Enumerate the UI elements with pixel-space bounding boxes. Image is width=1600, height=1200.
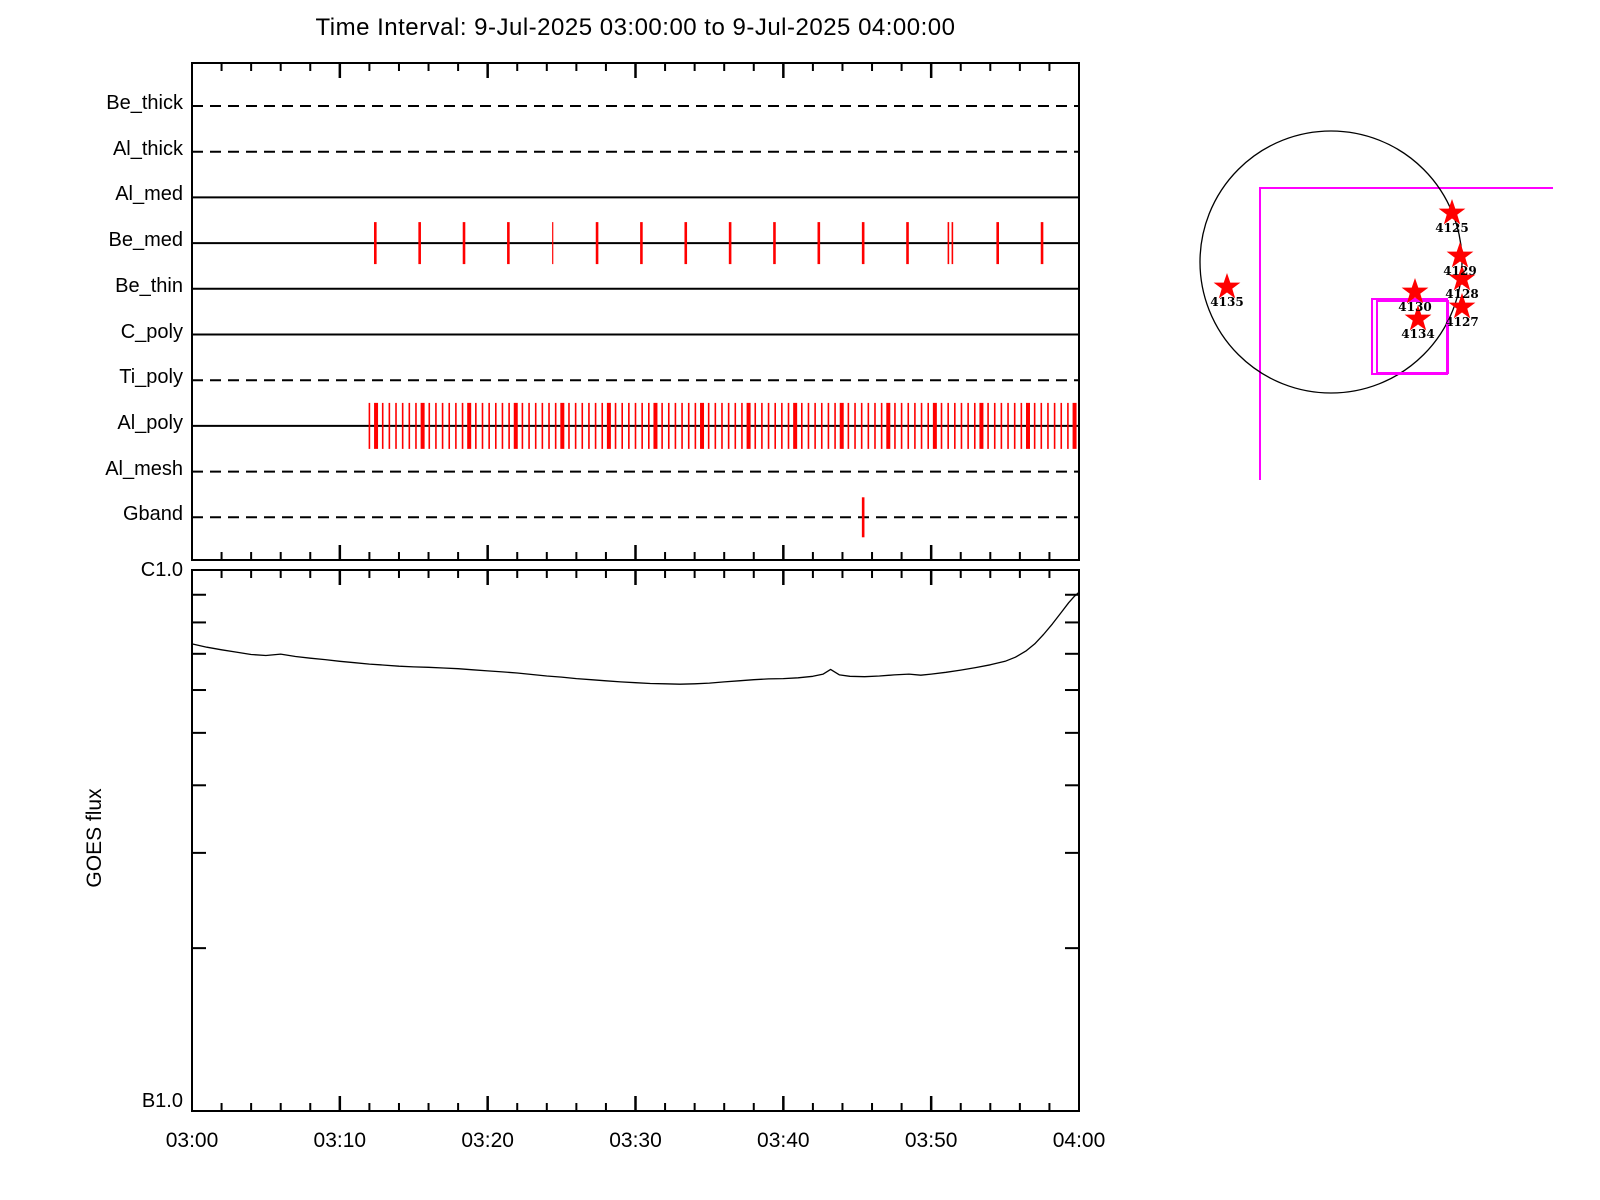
active-region-label-4134: 4134	[1401, 327, 1435, 341]
filter-label-Be_thick: Be_thick	[106, 92, 183, 114]
x-tick-label-03:20: 03:20	[461, 1129, 514, 1152]
screenshot-stage: Time Interval: 9-Jul-2025 03:00:00 to 9-…	[0, 0, 1600, 1200]
filter-label-Al_med: Al_med	[115, 183, 183, 206]
timeline-panel-border	[191, 62, 1080, 561]
active-region-label-4125: 4125	[1435, 221, 1469, 235]
chart-title: Time Interval: 9-Jul-2025 03:00:00 to 9-…	[315, 14, 956, 41]
filter-label-Al_mesh: Al_mesh	[105, 457, 183, 480]
active-region-label-4130: 4130	[1398, 300, 1432, 314]
active-region-label-4128: 4128	[1445, 287, 1479, 301]
x-tick-label-03:10: 03:10	[313, 1129, 367, 1152]
active-region-star-4135	[1213, 272, 1241, 299]
active-region-label-4135: 4135	[1210, 295, 1244, 309]
filter-label-Ti_poly: Ti_poly	[119, 366, 183, 389]
goes-flux-curve	[191, 591, 1080, 685]
goes-panel-border	[191, 569, 1080, 1112]
x-tick-label-04:00: 04:00	[1052, 1129, 1106, 1152]
solar-limb-circle	[1199, 130, 1463, 394]
filter-label-Be_thin: Be_thin	[115, 274, 183, 297]
filter-label-Gband: Gband	[122, 503, 183, 526]
filter-label-Al_poly: Al_poly	[117, 411, 183, 434]
x-tick-label-03:50: 03:50	[904, 1129, 958, 1152]
goes-ybottom-label: B1.0	[141, 1090, 183, 1112]
active-region-star-4129	[1446, 241, 1474, 268]
x-tick-label-03:00: 03:00	[165, 1129, 219, 1152]
goes-axis-title: GOES flux	[83, 788, 106, 888]
filter-label-C_poly: C_poly	[120, 320, 183, 343]
filter-label-Be_med: Be_med	[108, 229, 184, 252]
plot-canvas	[191, 62, 1553, 1112]
active-region-label-4129: 4129	[1443, 264, 1477, 278]
x-tick-label-03:30: 03:30	[609, 1129, 662, 1152]
x-tick-label-03:40: 03:40	[757, 1129, 810, 1152]
active-region-star-4125	[1438, 198, 1466, 225]
filter-label-Al_thick: Al_thick	[112, 137, 183, 160]
goes-ytop-label: C1.0	[140, 559, 183, 581]
